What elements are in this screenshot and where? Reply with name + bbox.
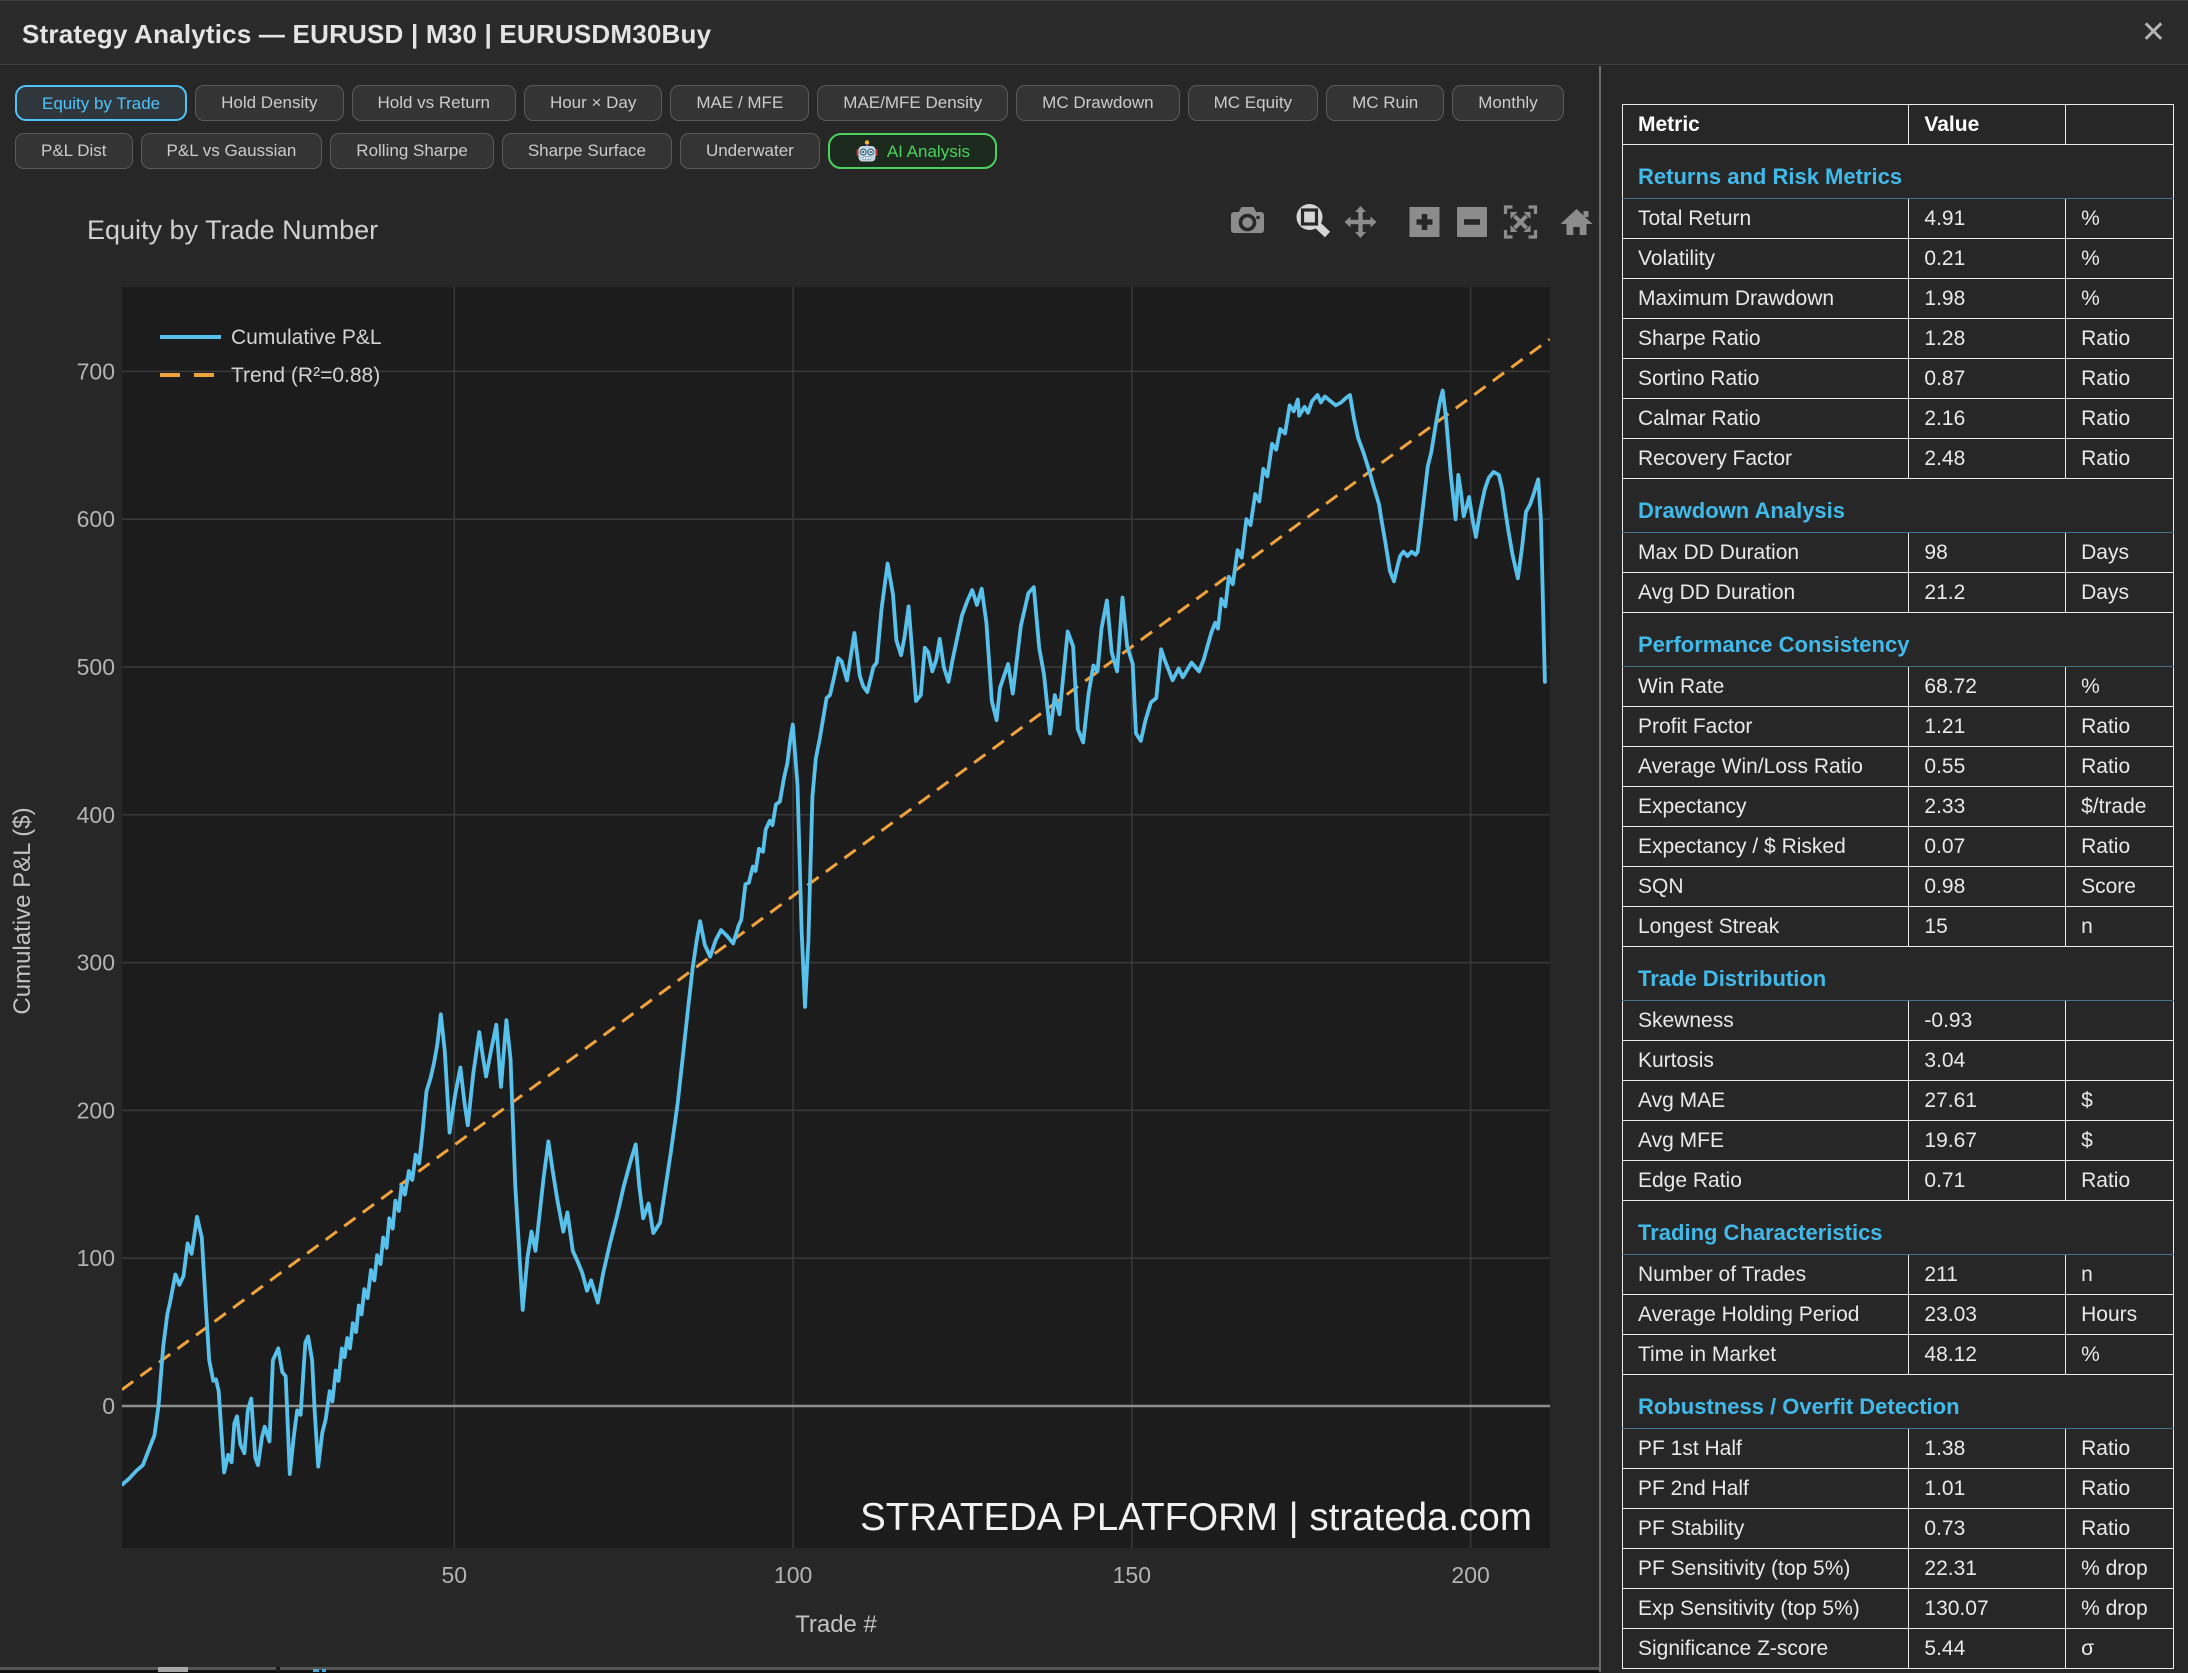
svg-text:STRATEDA PLATFORM | strateda.c: STRATEDA PLATFORM | strateda.com <box>860 1496 1532 1539</box>
svg-text:500: 500 <box>77 654 115 680</box>
svg-text:300: 300 <box>77 950 115 976</box>
svg-text:150: 150 <box>1113 1562 1151 1588</box>
svg-text:200: 200 <box>1451 1562 1489 1588</box>
svg-text:50: 50 <box>442 1562 468 1588</box>
svg-text:100: 100 <box>77 1245 115 1271</box>
svg-text:400: 400 <box>77 802 115 828</box>
svg-text:600: 600 <box>77 506 115 532</box>
svg-text:200: 200 <box>77 1097 115 1123</box>
svg-text:0: 0 <box>102 1393 115 1419</box>
svg-text:100: 100 <box>774 1562 812 1588</box>
svg-text:Trend (R²=0.88): Trend (R²=0.88) <box>231 364 380 387</box>
svg-text:Cumulative P&L: Cumulative P&L <box>231 326 382 349</box>
svg-text:700: 700 <box>77 358 115 384</box>
svg-text:Equity by Trade Number: Equity by Trade Number <box>87 215 378 245</box>
svg-text:Cumulative P&L ($): Cumulative P&L ($) <box>9 807 36 1014</box>
svg-text:Trade #: Trade # <box>795 1611 877 1638</box>
